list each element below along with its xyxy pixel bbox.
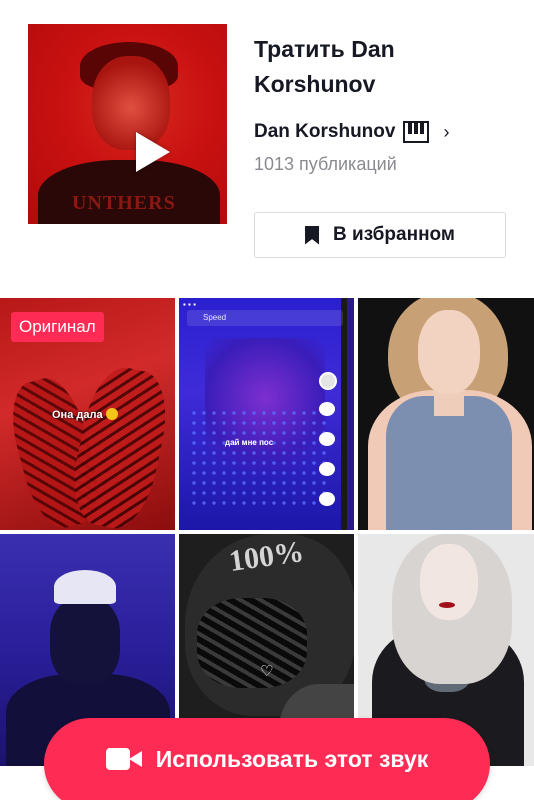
use-sound-label: Использовать этот звук: [155, 745, 429, 772]
tile-shape: [64, 361, 175, 530]
video-tile[interactable]: [358, 298, 534, 530]
heart-outline-icon: ♡: [260, 663, 274, 680]
grin-emoji-icon: [105, 408, 118, 420]
tile-shape: [54, 570, 116, 604]
author-name: Dan Korshunov: [254, 121, 396, 142]
tile-shape: [197, 598, 307, 688]
posts-count: 1013 публикаций: [254, 154, 397, 174]
video-camera-icon: [105, 748, 142, 770]
phone-screen: ▪ ▪ ▪ Speed дай мне пос: [179, 298, 347, 530]
video-tile[interactable]: ▪ ▪ ▪ Speed дай мне пос: [179, 298, 354, 530]
heart-icon: [319, 402, 335, 416]
avatar: [319, 372, 337, 390]
tile-shape: [418, 310, 480, 394]
video-subtitle: дай мне пос: [225, 438, 274, 447]
original-badge: Оригинал: [11, 312, 104, 342]
sound-title: Тратить Dan Korshunov: [254, 36, 395, 97]
status-bar: ▪ ▪ ▪: [183, 300, 196, 309]
play-icon[interactable]: [136, 132, 170, 172]
chevron-right-icon: ›: [443, 121, 450, 142]
video-tile[interactable]: Оригинал Она дала: [0, 298, 175, 530]
favorite-button[interactable]: В избранном: [254, 212, 506, 258]
search-text: Speed: [203, 313, 227, 322]
tile-shape: [439, 602, 455, 608]
sound-cover[interactable]: UNTHERS: [28, 24, 227, 224]
share-icon: [319, 492, 335, 506]
caption-text: Она дала: [52, 409, 103, 421]
tile-shape: [50, 598, 120, 684]
tile-shape: [420, 544, 478, 620]
author-link[interactable]: Dan Korshunov ›: [254, 118, 514, 146]
use-sound-button[interactable]: Использовать этот звук: [44, 718, 490, 800]
save-icon: [319, 462, 335, 476]
led-dots: [189, 408, 329, 508]
use-sound-content: Использовать этот звук: [105, 745, 429, 773]
piano-keyboard-icon: [403, 121, 430, 143]
comment-icon: [319, 432, 335, 446]
favorite-label: В избранном: [333, 224, 455, 245]
bookmark-icon: [305, 225, 320, 245]
tile-shape: [386, 396, 512, 530]
sound-header: UNTHERS Тратить Dan Korshunov Dan Korshu…: [0, 0, 534, 290]
cover-shirt-text: UNTHERS: [72, 192, 176, 214]
camera-lens: [128, 751, 142, 767]
camera-body: [105, 748, 130, 770]
video-caption: Она дала: [52, 408, 118, 421]
search-bar: Speed: [187, 310, 343, 326]
